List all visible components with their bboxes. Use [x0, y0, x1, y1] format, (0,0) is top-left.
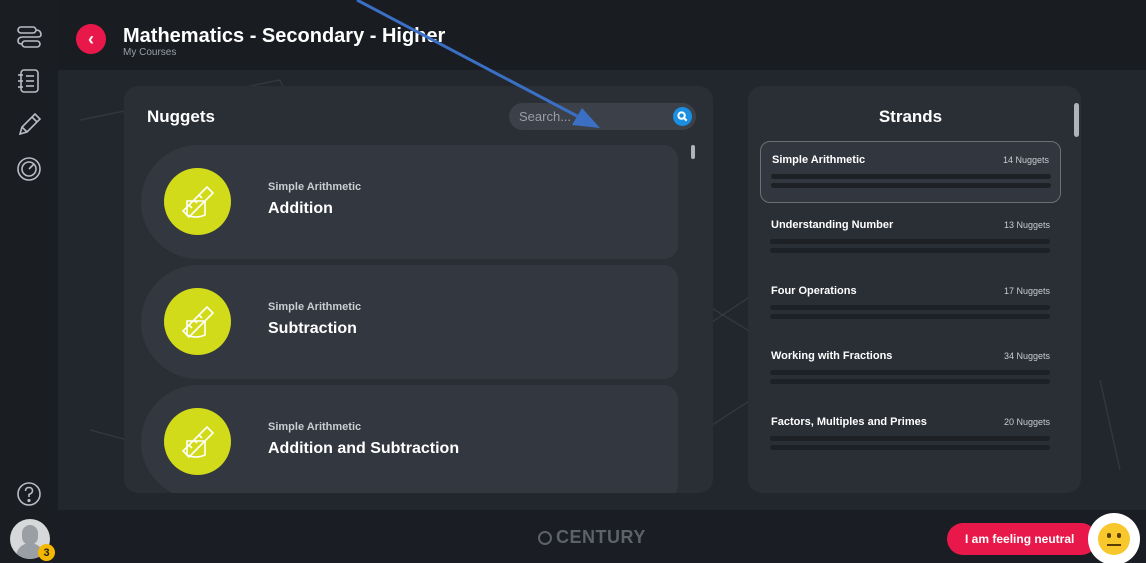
strand-name: Understanding Number: [771, 219, 894, 231]
nugget-strand-label: Simple Arithmetic: [268, 421, 362, 433]
back-button[interactable]: ‹: [76, 24, 106, 54]
search-input[interactable]: [519, 108, 669, 125]
footer-bar: CENTURY I am feeling neutral: [58, 510, 1146, 563]
century-logo-mark-icon: [538, 530, 552, 545]
nuggets-panel: Nuggets Simple Arithmetic Addition Simpl…: [124, 86, 713, 493]
strand-progress-bar: [770, 239, 1050, 244]
notebook-icon[interactable]: [12, 64, 46, 98]
strand-progress-bar: [770, 314, 1050, 319]
strand-nugget-count: 34 Nuggets: [1003, 351, 1050, 361]
mood-button[interactable]: I am feeling neutral: [947, 523, 1097, 555]
logo-text: CENTURY: [556, 527, 646, 547]
nugget-title: Addition: [268, 200, 333, 217]
century-logo: CENTURY: [538, 527, 646, 548]
strand-progress-bar: [771, 174, 1051, 179]
strand-name: Simple Arithmetic: [772, 154, 866, 166]
strands-scrollbar[interactable]: [1074, 103, 1079, 137]
neutral-face-icon[interactable]: [1088, 513, 1140, 563]
strand-name: Four Operations: [771, 285, 857, 297]
search-button[interactable]: [673, 107, 692, 126]
strand-item[interactable]: Understanding Number 13 Nuggets: [760, 207, 1061, 269]
strand-progress-bar: [770, 445, 1050, 450]
strand-nugget-count: 13 Nuggets: [1003, 220, 1050, 230]
nugget-card[interactable]: Simple Arithmetic Subtraction: [141, 265, 678, 379]
breadcrumb[interactable]: My Courses: [123, 47, 176, 58]
nugget-title: Addition and Subtraction: [268, 440, 460, 457]
question-mark-icon[interactable]: [12, 477, 46, 511]
strand-nugget-count: 14 Nuggets: [1002, 155, 1049, 165]
strand-progress-bar: [770, 248, 1050, 253]
strand-item[interactable]: Working with Fractions 34 Nuggets: [760, 338, 1061, 400]
chevron-left-icon: ‹: [88, 28, 94, 49]
ruler-protractor-icon: [164, 288, 231, 355]
strand-item[interactable]: Factors, Multiples and Primes 20 Nuggets: [760, 404, 1061, 466]
strand-progress-bar: [770, 436, 1050, 441]
strand-nugget-count: 17 Nuggets: [1003, 286, 1050, 296]
courses-icon[interactable]: [12, 20, 46, 54]
strands-panel: Strands Simple Arithmetic 14 Nuggets Und…: [748, 86, 1081, 493]
nugget-strand-label: Simple Arithmetic: [268, 181, 362, 193]
nugget-card[interactable]: Simple Arithmetic Addition: [141, 145, 678, 259]
notification-badge: 3: [38, 544, 55, 561]
strand-progress-bar: [771, 183, 1051, 188]
strand-progress-bar: [770, 370, 1050, 375]
strand-progress-bar: [770, 379, 1050, 384]
ruler-protractor-icon: [164, 168, 231, 235]
nugget-title: Subtraction: [268, 320, 357, 337]
nuggets-heading: Nuggets: [147, 107, 215, 126]
search-icon: [677, 111, 688, 122]
strand-progress-bar: [770, 305, 1050, 310]
nugget-card[interactable]: Simple Arithmetic Addition and Subtracti…: [141, 385, 678, 493]
strand-item[interactable]: Simple Arithmetic 14 Nuggets: [760, 141, 1061, 203]
strand-item[interactable]: Four Operations 17 Nuggets: [760, 273, 1061, 335]
dashboard-gauge-icon[interactable]: [12, 152, 46, 186]
page-title: Mathematics - Secondary - Higher: [123, 25, 446, 47]
search-box: [509, 103, 696, 130]
strand-name: Working with Fractions: [771, 350, 893, 362]
mood-label: I am feeling neutral: [965, 532, 1075, 546]
ruler-protractor-icon: [164, 408, 231, 475]
strand-name: Factors, Multiples and Primes: [771, 416, 927, 428]
strands-heading: Strands: [878, 107, 943, 126]
nuggets-scrollbar[interactable]: [691, 145, 695, 159]
strand-nugget-count: 20 Nuggets: [1003, 417, 1050, 427]
page-header: ‹ Mathematics - Secondary - Higher My Co…: [58, 0, 1146, 70]
pencil-icon[interactable]: [12, 108, 46, 142]
nugget-strand-label: Simple Arithmetic: [268, 301, 362, 313]
